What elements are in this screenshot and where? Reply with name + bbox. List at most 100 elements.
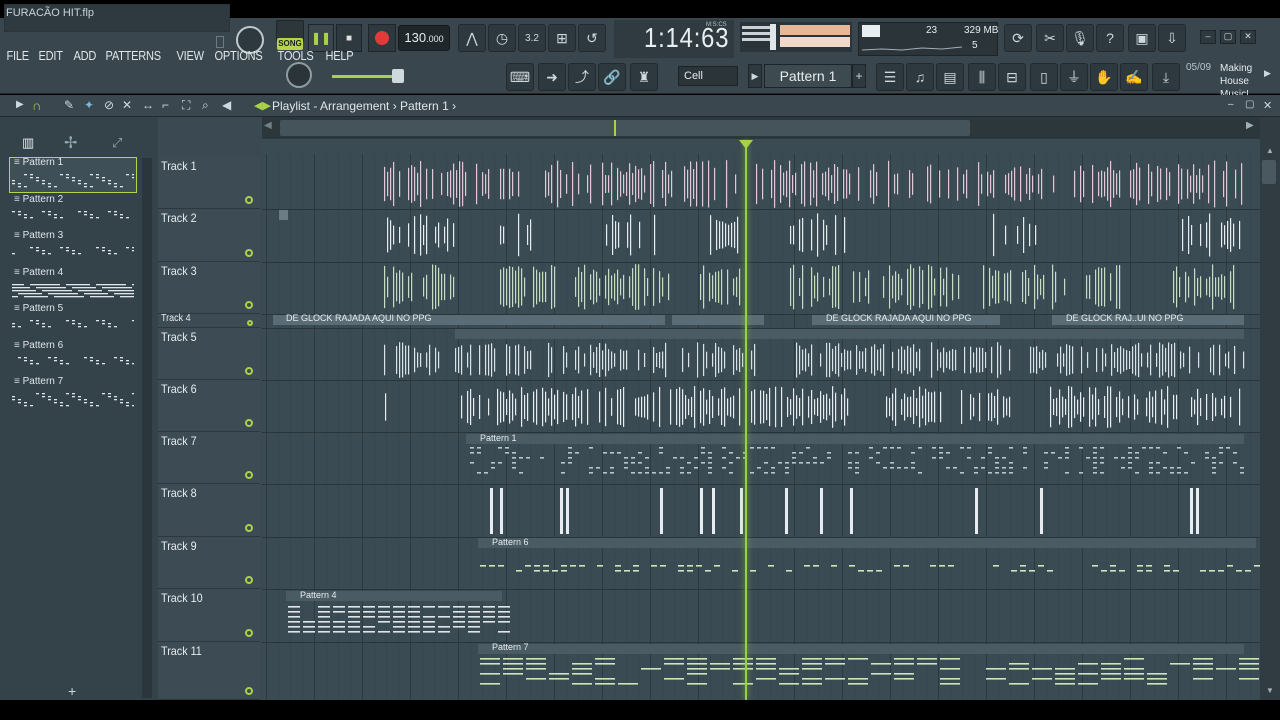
scroll-down-icon[interactable]: ▼ xyxy=(1266,686,1274,695)
track-mute-led[interactable] xyxy=(245,524,253,532)
mute-icon[interactable]: ✕ xyxy=(122,98,132,112)
pattern-prev-button[interactable]: ▶ xyxy=(748,64,762,88)
menu-file[interactable]: FILE xyxy=(4,48,31,63)
plugin-picker-button[interactable]: ⏚ xyxy=(1060,63,1088,91)
news-next-icon[interactable]: ▶ xyxy=(1264,68,1271,79)
clip-title[interactable]: Pattern 6 xyxy=(492,537,529,547)
master-pitch-knob[interactable] xyxy=(286,62,312,88)
pattern-item[interactable]: Pattern 3 xyxy=(10,230,136,265)
minimize-button[interactable]: – xyxy=(1200,30,1216,44)
online-button[interactable]: ⟳ xyxy=(1004,24,1032,52)
menu-add[interactable]: ADD xyxy=(71,48,99,63)
options-arrow-icon[interactable]: ▶ xyxy=(16,99,24,110)
touch-controller-button[interactable]: ✋ xyxy=(1090,63,1118,91)
track-header[interactable]: Track 11 xyxy=(158,642,260,700)
track-mute-led[interactable] xyxy=(245,196,253,204)
filename-lock-icon[interactable] xyxy=(216,36,224,48)
select-icon[interactable]: ⛶ xyxy=(182,98,190,113)
track-header[interactable]: Track 6 xyxy=(158,380,260,432)
track-header[interactable]: Track 9 xyxy=(158,537,260,589)
close-button[interactable]: ✕ xyxy=(1240,30,1256,44)
clip-title[interactable]: DE GLOCK RAJ..UI NO PPG xyxy=(1066,313,1184,323)
loop-record-button[interactable]: ↺ xyxy=(578,24,606,52)
track-header[interactable]: Track 2 xyxy=(158,209,260,262)
track-header[interactable]: Track 7 xyxy=(158,432,260,484)
menu-tools[interactable]: TOOLS xyxy=(275,48,316,63)
piano-roll-button[interactable]: ♫ xyxy=(906,63,934,91)
record-audio-button[interactable]: 🎙 xyxy=(1066,24,1094,52)
project-button[interactable]: ▯ xyxy=(1030,63,1058,91)
clip-title[interactable]: Pattern 7 xyxy=(492,642,529,652)
playlist-close-icon[interactable]: ✕ xyxy=(1263,99,1272,112)
vertical-scrollbar[interactable] xyxy=(1260,117,1280,700)
cut-tool-button[interactable]: ✂ xyxy=(1036,24,1064,52)
browser-button[interactable]: ⊟ xyxy=(998,63,1026,91)
wait-input-button[interactable]: ◷ xyxy=(488,24,516,52)
clip-title[interactable]: DE GLOCK RAJADA AQUI NO PPG xyxy=(286,313,432,323)
clip-title[interactable]: DE GLOCK RAJADA AQUI NO PPG xyxy=(826,313,972,323)
playlist-minimize-icon[interactable]: – xyxy=(1228,99,1234,110)
track-mute-led[interactable] xyxy=(247,320,253,326)
blend-notes-button[interactable]: ⊞ xyxy=(548,24,576,52)
pencil-icon[interactable]: ✎ xyxy=(64,98,74,112)
track-mute-led[interactable] xyxy=(245,419,253,427)
menu-help[interactable]: HELP xyxy=(323,48,356,63)
slice-icon[interactable]: ⌐ xyxy=(162,98,169,112)
help-button[interactable]: ? xyxy=(1096,24,1124,52)
record-button[interactable] xyxy=(368,24,396,52)
pattern-item[interactable]: Pattern 4 xyxy=(10,267,136,302)
slip-icon[interactable]: ↔ xyxy=(142,98,154,112)
pattern-item[interactable]: Pattern 1 xyxy=(9,157,137,193)
clip-title[interactable]: Pattern 4 xyxy=(300,590,337,600)
automation-view-icon[interactable]: ⤢ xyxy=(112,135,122,151)
paint-icon[interactable]: ✦ xyxy=(84,98,94,112)
add-pattern-button[interactable]: + xyxy=(852,64,866,88)
track-mute-led[interactable] xyxy=(245,576,253,584)
playhead-marker[interactable] xyxy=(739,140,753,149)
clip-title[interactable]: Pattern 1 xyxy=(480,433,517,443)
pattern-item[interactable]: Pattern 6 xyxy=(10,340,136,375)
menu-edit[interactable]: EDIT xyxy=(36,48,65,63)
render-button[interactable]: ⇩ xyxy=(1158,24,1186,52)
metronome-button[interactable]: ⋀ xyxy=(458,24,486,52)
save-button[interactable]: ▣ xyxy=(1128,24,1156,52)
track-mute-led[interactable] xyxy=(245,687,253,695)
pattern-view-icon[interactable]: ▥ xyxy=(22,135,34,151)
track-mute-led[interactable] xyxy=(245,629,253,637)
scroll-right-icon[interactable]: ▶ xyxy=(1246,120,1254,131)
playlist-maximize-icon[interactable]: ▢ xyxy=(1245,99,1254,110)
delete-icon[interactable]: ⊘ xyxy=(104,98,114,112)
track-header[interactable]: Track 10 xyxy=(158,589,260,642)
pattern-selector[interactable]: Pattern 1 xyxy=(764,64,852,88)
typing-keyboard-button[interactable]: ⌨ xyxy=(506,63,534,91)
pattern-item[interactable]: Pattern 5 xyxy=(10,303,136,338)
master-volume-slider[interactable] xyxy=(332,75,398,78)
menu-view[interactable]: VIEW xyxy=(174,48,206,63)
pattern-panel-scrollbar[interactable] xyxy=(142,158,152,698)
link-button[interactable]: 🔗 xyxy=(598,63,626,91)
track-header[interactable]: Track 5 xyxy=(158,328,260,380)
playlist-button[interactable]: ☰ xyxy=(876,63,904,91)
download-button[interactable]: ⤓ xyxy=(1152,63,1180,91)
slide-button[interactable]: ⤴ xyxy=(568,63,596,91)
track-header[interactable]: Track 4 xyxy=(158,313,260,328)
snap-selector[interactable]: Cell xyxy=(678,66,738,86)
scroll-up-icon[interactable]: ▲ xyxy=(1266,146,1274,155)
scroll-left-icon[interactable]: ◀ xyxy=(264,120,272,131)
mixer-button[interactable]: ⫼ xyxy=(968,63,996,91)
playhead[interactable] xyxy=(745,140,747,700)
maximize-button[interactable]: ▢ xyxy=(1220,30,1236,44)
pattern-item[interactable]: Pattern 2 xyxy=(10,194,136,229)
add-pattern-plus-icon[interactable]: + xyxy=(68,683,76,699)
tempo-tapper-button[interactable]: ✍ xyxy=(1120,63,1148,91)
speaker-icon[interactable]: ◀ xyxy=(222,98,231,112)
zoom-icon[interactable]: ⌕ xyxy=(202,98,209,113)
tempo-display[interactable]: 130.000 xyxy=(398,25,450,51)
overview-thumb[interactable] xyxy=(280,120,970,136)
pattern-item[interactable]: Pattern 7 xyxy=(10,376,136,411)
channel-rack-button[interactable]: ▤ xyxy=(936,63,964,91)
master-volume-handle[interactable] xyxy=(392,69,404,83)
step-edit-button[interactable]: ➜ xyxy=(538,63,566,91)
track-mute-led[interactable] xyxy=(245,367,253,375)
audio-view-icon[interactable]: ✢ xyxy=(64,133,77,153)
